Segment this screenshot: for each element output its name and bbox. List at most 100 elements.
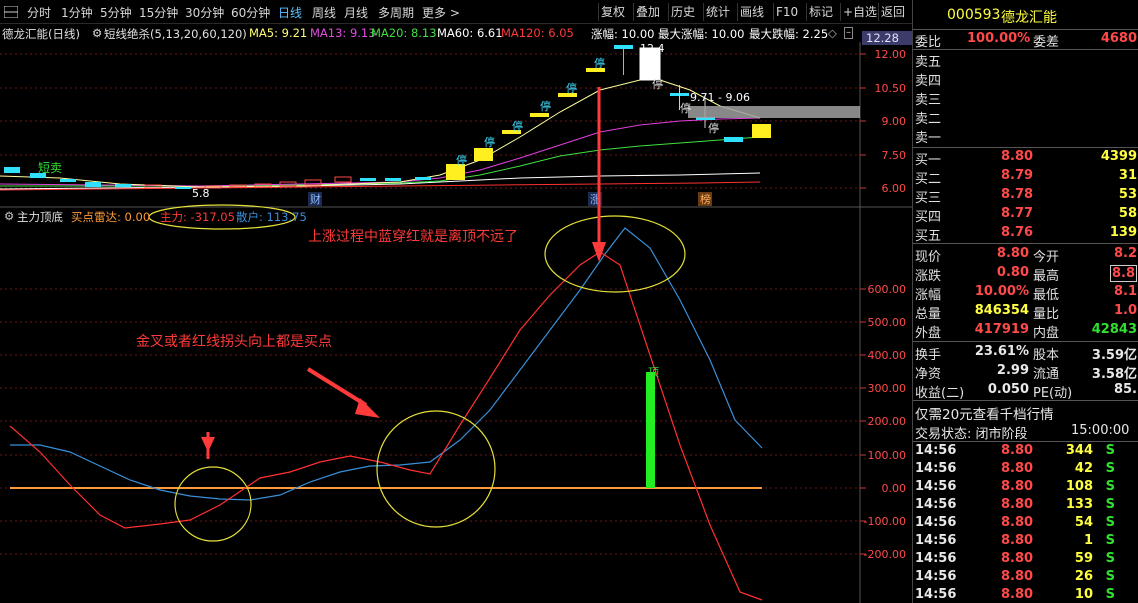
stat-label: 涨跌 bbox=[915, 269, 942, 284]
tick-volume: 108 bbox=[1065, 479, 1093, 494]
annotation-text-left: 金叉或者红线拐头向上都是买点 bbox=[136, 334, 332, 350]
period-tab-7[interactable]: 周线 bbox=[312, 4, 336, 21]
collapse-icon[interactable]: – bbox=[844, 27, 853, 39]
max-up: 最大涨幅: 10.00 bbox=[658, 27, 745, 41]
tick-row: 14:56 8.80 42 S bbox=[913, 460, 1138, 479]
stat-row: 净资 2.99 流通 3.58亿 bbox=[913, 362, 1138, 382]
stop-marker: 停 bbox=[484, 135, 495, 149]
candle bbox=[360, 178, 376, 181]
stat-label: 今开 bbox=[1033, 250, 1060, 265]
sub-axis-label: -200.00 bbox=[864, 548, 906, 561]
period-tab-9[interactable]: 多周期 bbox=[378, 4, 414, 21]
stat-value: 8.1 bbox=[1113, 284, 1137, 299]
toolbar-button-1[interactable]: 叠加 bbox=[633, 3, 662, 21]
toolbar-button-0[interactable]: 复权 bbox=[598, 3, 627, 21]
annotation-circle bbox=[544, 215, 686, 293]
stop-marker: 停 bbox=[652, 77, 663, 91]
stat-value: 417919 bbox=[974, 322, 1029, 337]
stock-code: 000593 bbox=[947, 7, 1001, 23]
indicator-name[interactable]: 短线绝杀(5,13,20,60,120) bbox=[104, 26, 247, 42]
period-tab-2[interactable]: 5分钟 bbox=[100, 4, 132, 21]
stat-label: 外盘 bbox=[915, 326, 942, 341]
tick-side: S bbox=[1105, 515, 1115, 530]
tick-time: 14:56 bbox=[915, 569, 957, 584]
toolbar-button-8[interactable]: 返回 bbox=[878, 3, 907, 21]
candle bbox=[60, 179, 76, 182]
period-tab-0[interactable]: 分时 bbox=[27, 4, 51, 21]
buy-row: 买三 8.78 53 bbox=[913, 186, 1138, 206]
sell-row: 卖一 bbox=[913, 126, 1138, 146]
gear-icon[interactable]: ⚙ bbox=[4, 209, 14, 223]
stat-value: 8.2 bbox=[1113, 246, 1137, 261]
toolbar-button-2[interactable]: 历史 bbox=[668, 3, 697, 21]
tick-volume: 42 bbox=[1074, 461, 1093, 476]
buy-volume: 58 bbox=[1118, 206, 1137, 221]
stop-marker: 停 bbox=[594, 56, 605, 70]
period-tab-5[interactable]: 60分钟 bbox=[231, 4, 270, 21]
stat-value: 1.0 bbox=[1113, 303, 1137, 318]
retail-value: 散户: 113.75 bbox=[236, 210, 307, 224]
candle bbox=[385, 178, 401, 181]
annotation-circle bbox=[376, 410, 496, 528]
price-axis-label: 9.00 bbox=[882, 115, 907, 128]
grid-menu-icon[interactable] bbox=[4, 6, 18, 18]
sub-axis-label: 0.00 bbox=[882, 482, 907, 495]
period-tab-4[interactable]: 30分钟 bbox=[185, 4, 224, 21]
stat-row: 外盘 417919 内盘 42843 bbox=[913, 321, 1138, 341]
tick-volume: 344 bbox=[1065, 443, 1093, 458]
period-tab-1[interactable]: 1分钟 bbox=[61, 4, 93, 21]
stat-label: 最低 bbox=[1033, 288, 1060, 303]
promo-link[interactable]: 仅需20元查看千档行情 bbox=[915, 403, 1054, 423]
tick-side: S bbox=[1105, 497, 1115, 512]
period-tab-10[interactable]: 更多 > bbox=[422, 4, 460, 21]
buy-volume: 4399 bbox=[1100, 149, 1137, 164]
tick-side: S bbox=[1105, 479, 1115, 494]
period-tab-8[interactable]: 月线 bbox=[344, 4, 368, 21]
stat-value: 23.61% bbox=[974, 344, 1029, 359]
gear-icon[interactable]: ⚙ bbox=[92, 26, 102, 40]
stop-marker: 停 bbox=[456, 153, 467, 167]
stat-value: 42843 bbox=[1091, 322, 1137, 337]
annotation-text-top: 上涨过程中蓝穿红就是离顶不远了 bbox=[308, 228, 518, 245]
sub-axis-label: 300.00 bbox=[868, 382, 907, 395]
sub-info-bar: ⚙ 主力顶底 买点雷达: 0.00 主力: -317.05 散户: 113.75 bbox=[0, 208, 860, 224]
buy-price: 8.80 bbox=[1001, 149, 1034, 164]
sell-level-label: 卖三 bbox=[915, 93, 942, 108]
max-down: 最大跌幅: 2.25 bbox=[749, 27, 829, 41]
stat-row: 换手 23.61% 股本 3.59亿 bbox=[913, 343, 1138, 363]
buy-row: 买二 8.79 31 bbox=[913, 167, 1138, 187]
tick-price: 8.80 bbox=[1001, 497, 1034, 512]
toolbar-button-5[interactable]: F10 bbox=[773, 3, 800, 21]
diamond-icon[interactable]: ◇ bbox=[828, 26, 837, 40]
buy-row: 买一 8.80 4399 bbox=[913, 148, 1138, 168]
tick-row: 14:56 8.80 59 S bbox=[913, 550, 1138, 569]
stop-marker: 停 bbox=[566, 81, 577, 95]
stock-title: 德龙汇能(日线) bbox=[2, 27, 80, 41]
period-toolbar: 分时 1分钟 5分钟 15分钟 30分钟 60分钟 日线 周线 月线 多周期 更多 > 复权 叠加 历史… bbox=[0, 0, 912, 24]
candle bbox=[85, 182, 101, 187]
sell-row: 卖二 bbox=[913, 107, 1138, 127]
top-signal-bar bbox=[646, 372, 655, 488]
period-tab-3[interactable]: 15分钟 bbox=[139, 4, 178, 21]
sell-level-label: 卖一 bbox=[915, 131, 942, 146]
stat-row: 收益(二) 0.050 PE(动) 85. bbox=[913, 381, 1138, 401]
toolbar-button-4[interactable]: 画线 bbox=[737, 3, 766, 21]
promo-row[interactable]: 仅需20元查看千档行情 bbox=[913, 402, 1138, 423]
toolbar-button-7[interactable]: +自选 bbox=[840, 3, 879, 21]
tick-volume: 133 bbox=[1065, 497, 1093, 512]
bottom-tag: 财 bbox=[310, 192, 321, 206]
bottom-tags: 财涨榜 bbox=[308, 192, 712, 206]
buy-level-label: 买二 bbox=[915, 172, 942, 187]
sell-level-label: 卖二 bbox=[915, 112, 942, 127]
kline-info-bar: 德龙汇能(日线) ⚙ 短线绝杀(5,13,20,60,120) MA5: 9.2… bbox=[0, 24, 912, 42]
toolbar-button-6[interactable]: 标记 bbox=[806, 3, 835, 21]
buy-level-label: 买三 bbox=[915, 191, 942, 206]
candle bbox=[752, 124, 771, 138]
stat-label: 最高 bbox=[1033, 269, 1060, 284]
sub-indicator-name[interactable]: 主力顶底 bbox=[17, 209, 63, 225]
period-tab-6[interactable]: 日线 bbox=[278, 4, 302, 21]
stat-label: 现价 bbox=[915, 250, 942, 265]
chart-canvas[interactable]: 12.0010.509.007.506.00 停停停停停停停停停 12.4 5.… bbox=[0, 0, 912, 603]
toolbar-button-3[interactable]: 统计 bbox=[703, 3, 732, 21]
ma60-value: MA60: 6.61 bbox=[437, 26, 503, 40]
